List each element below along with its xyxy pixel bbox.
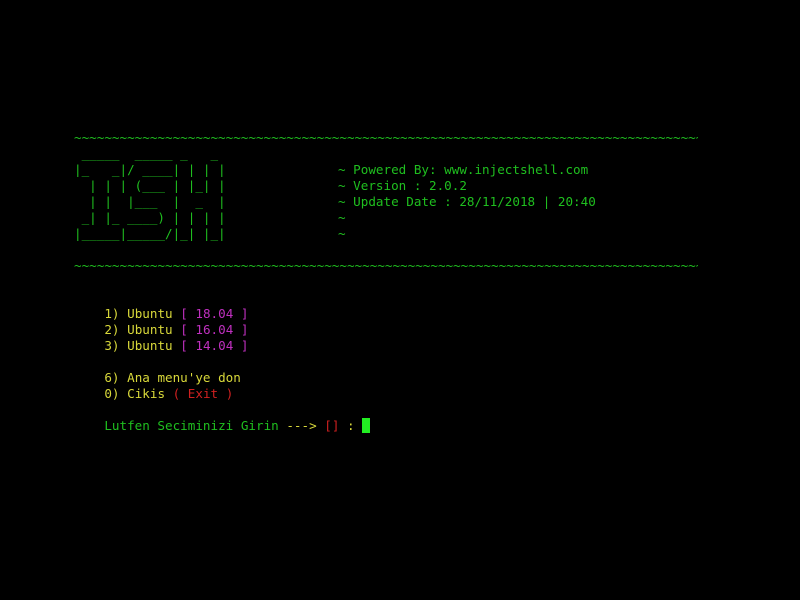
menu-item-back[interactable]: 6) Ana menu'ye don — [74, 354, 241, 385]
logo-line-3: | | | (___ | |_| | — [74, 178, 226, 193]
bottom-separator: ~~~~~~~~~~~~~~~~~~~~~~~~~~~~~~~~~~~~~~~~… — [74, 258, 698, 273]
prompt-colon: : — [347, 418, 355, 433]
prompt-brackets: [] — [324, 418, 340, 433]
logo-line-1: _____ _____ _ _ — [74, 146, 226, 161]
logo-line-6: |_____|_____/|_| |_| — [74, 226, 226, 241]
selection-prompt[interactable]: Lutfen Seciminizi Girin ---> [] : — [74, 402, 371, 433]
menu-item-label: Ubuntu — [127, 338, 173, 353]
menu-item-number: 0) — [104, 386, 120, 401]
prompt-text: Lutfen Seciminizi Girin — [104, 418, 279, 433]
text-cursor[interactable] — [362, 418, 371, 433]
powered-by-text: ~ Powered By: www.injectshell.com — [338, 162, 589, 177]
menu-item-version: 14.04 — [195, 338, 234, 353]
menu-item-label: Cikis — [127, 386, 166, 401]
bracket-open: [ — [180, 338, 188, 353]
version-text: ~ Version : 2.0.2 — [338, 178, 467, 193]
top-separator: ~~~~~~~~~~~~~~~~~~~~~~~~~~~~~~~~~~~~~~~~… — [74, 130, 698, 145]
menu-item-ubuntu-1804[interactable]: 1) Ubuntu [ 18.04 ] — [74, 290, 248, 321]
info-blank-1: ~ — [338, 210, 346, 225]
terminal-window[interactable]: ~~~~~~~~~~~~~~~~~~~~~~~~~~~~~~~~~~~~~~~~… — [0, 0, 800, 600]
menu-item-exit[interactable]: 0) Cikis ( Exit ) — [74, 370, 233, 401]
menu-item-number: 3) — [104, 338, 120, 353]
logo-line-5: _| |_ ____) | | | | — [74, 210, 226, 225]
menu-item-ubuntu-1404[interactable]: 3) Ubuntu [ 14.04 ] — [74, 322, 248, 353]
menu-item-ubuntu-1604[interactable]: 2) Ubuntu [ 16.04 ] — [74, 306, 248, 337]
bracket-close: ] — [240, 338, 249, 353]
update-date-text: ~ Update Date : 28/11/2018 | 20:40 — [338, 194, 596, 209]
logo-line-2: |_ _|/ ____| | | | — [74, 162, 226, 177]
exit-paren-label: ( Exit ) — [172, 386, 234, 401]
info-blank-2: ~ — [338, 226, 346, 241]
logo-line-4: | | |___ | _ | — [74, 194, 226, 209]
prompt-arrow: ---> — [286, 418, 317, 433]
